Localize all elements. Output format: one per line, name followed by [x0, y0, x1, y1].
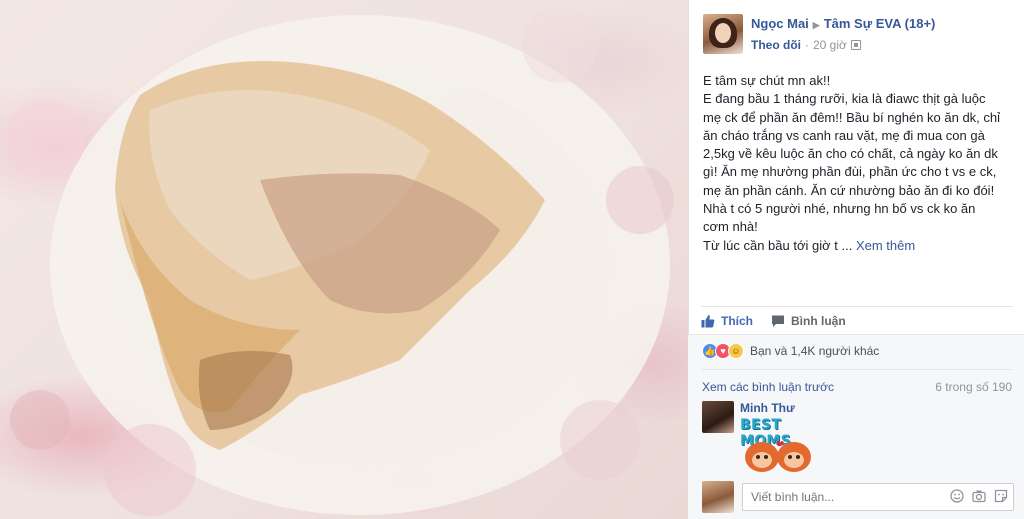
post-text-line: E tâm sự chút mn ak!!	[703, 73, 831, 88]
post-text-line: gì! Ăn mẹ nhường phần đùi, phần ức cho t…	[703, 164, 997, 180]
see-more-link[interactable]: Xem thêm	[856, 238, 915, 253]
view-previous-comments-link[interactable]: Xem các bình luận trước	[702, 380, 834, 394]
post-meta: Theo dõi · 20 giờ	[751, 38, 861, 52]
reactions-summary[interactable]: Bạn và 1,4K người khác	[750, 344, 879, 358]
post-text-line: Nhà t có 5 người nhé, nhưng hn bố vs ck …	[703, 201, 976, 217]
comment-bubble-icon	[772, 315, 784, 327]
comment-sticker: BEST MOMS	[740, 417, 818, 475]
post-time[interactable]: 20 giờ	[813, 38, 847, 52]
thumbs-up-icon	[701, 314, 715, 327]
sticker-icon[interactable]	[994, 489, 1008, 503]
arrow-right-icon: ▶	[812, 20, 820, 30]
group-audience-icon	[850, 40, 861, 50]
moms-sticker-icon	[745, 441, 811, 472]
post-actions: Thích Bình luận	[701, 306, 1013, 332]
commenter-avatar[interactable]	[702, 401, 734, 433]
post-photo[interactable]	[0, 0, 688, 519]
chicken-plate-image	[5, 7, 674, 516]
meta-separator: ·	[805, 38, 809, 52]
post-text-line-last: Từ lúc cần bầu tới giờ t ... Xem thêm	[703, 237, 1015, 255]
post-text-truncated: Từ lúc cần bầu tới giờ t ...	[703, 237, 853, 253]
post-body: E tâm sự chút mn ak!! E đang bầu 1 tháng…	[703, 72, 1015, 255]
follow-link[interactable]: Theo dõi	[751, 38, 801, 52]
author-name[interactable]: Ngọc Mai	[751, 16, 809, 31]
reactions-bar[interactable]: 👍 ♥ ☺ Bạn và 1,4K người khác	[702, 343, 879, 359]
post-header: Ngọc Mai ▶ Tâm Sự EVA (18+) Theo dõi · 20 …	[703, 12, 1013, 56]
camera-icon[interactable]	[972, 489, 986, 503]
comment-item: Minh Thư BEST MOMS	[702, 401, 1012, 477]
like-label: Thích	[721, 313, 753, 328]
post-text-line: mẹ ăn phần cánh. Ăn cứ nhường bảo ăn đi …	[703, 182, 995, 198]
author-line: Ngọc Mai ▶ Tâm Sự EVA (18+)	[751, 16, 935, 31]
post-text-line: E đang bầu 1 tháng rưỡi, kia là điawc th…	[703, 91, 986, 107]
post-text-line: cơm nhà!	[703, 219, 758, 235]
post-text-line: 2,5kg về kêu luộc ăn cho có chất, cả ngà…	[703, 146, 998, 162]
group-name[interactable]: Tâm Sự EVA (18+)	[824, 16, 936, 31]
post-text-line: ăn cháo trắng vs canh rau vặt, mẹ đi mua…	[703, 127, 985, 143]
emoji-icon[interactable]	[950, 489, 964, 503]
commenter-name[interactable]: Minh Thư	[740, 401, 795, 415]
write-comment-row	[702, 481, 1014, 513]
comments-area: 👍 ♥ ☺ Bạn và 1,4K người khác Xem các bìn…	[688, 334, 1024, 519]
reaction-icons: 👍 ♥ ☺	[702, 343, 744, 359]
comment-label: Bình luận	[791, 313, 846, 328]
current-user-avatar	[702, 481, 734, 513]
like-button[interactable]: Thích	[701, 314, 753, 328]
author-avatar[interactable]	[703, 14, 743, 54]
comment-button[interactable]: Bình luận	[771, 314, 846, 328]
post-text-line: mẹ ck để phần ăn đêm!! Bầu bí nghén ko ă…	[703, 109, 1001, 125]
divider	[702, 369, 1012, 370]
comment-count: 6 trong số 190	[935, 380, 1012, 394]
haha-icon: ☺	[728, 343, 744, 359]
comment-input-icons	[950, 489, 1008, 503]
